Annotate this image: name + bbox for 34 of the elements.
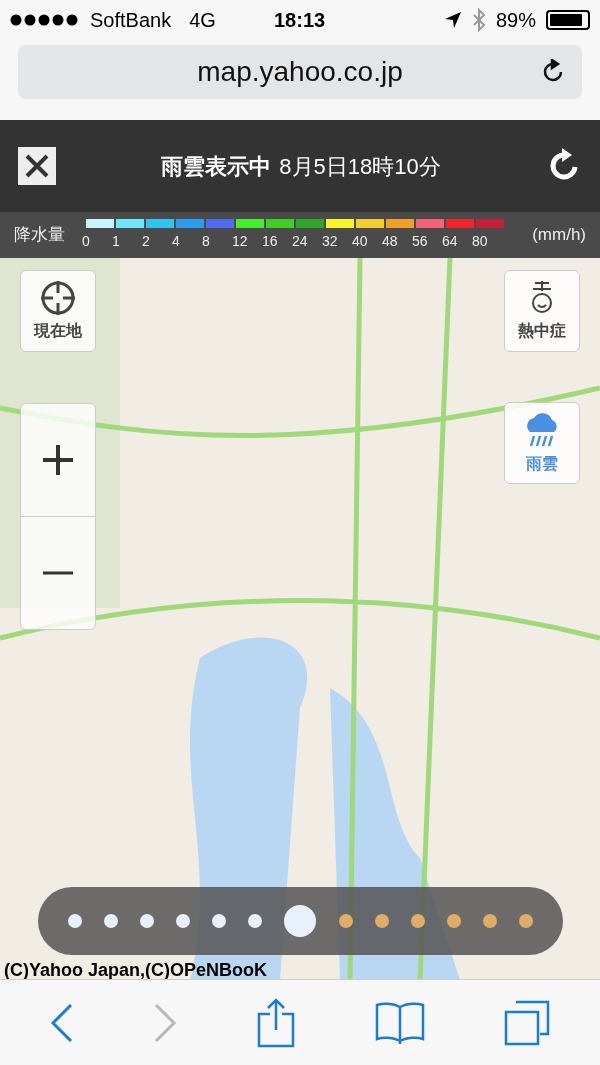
legend-value: 80 (472, 232, 488, 251)
legend-value: 1 (112, 232, 120, 251)
legend-value: 4 (172, 232, 180, 251)
legend-value: 0 (82, 232, 90, 251)
legend-value: 24 (292, 232, 308, 251)
status-time: 18:13 (274, 8, 326, 33)
open-book-icon[interactable] (374, 1000, 425, 1045)
legend-unit: (mm/h) (532, 224, 586, 247)
legend-value: 8 (202, 232, 210, 251)
legend-value: 40 (352, 232, 368, 251)
crosshair-icon (39, 279, 77, 317)
address-field[interactable]: map.yahoo.co.jp (18, 45, 582, 99)
battery-icon (546, 10, 590, 30)
heat-button[interactable]: 熱中症 (504, 270, 580, 352)
bluetooth-icon (471, 8, 486, 32)
copyright-text: (C)Yahoo Japan,(C)OPeNBooK (4, 959, 267, 979)
share-icon[interactable] (257, 997, 295, 1048)
legend-value: 64 (442, 232, 458, 251)
locate-button[interactable]: 現在地 (20, 270, 96, 352)
tabs-icon[interactable] (504, 999, 551, 1046)
close-icon[interactable] (18, 147, 56, 185)
legend-value: 48 (382, 232, 398, 251)
header-datetime: 8月5日18時10分 (279, 152, 441, 181)
header-title: 雨雲表示中 (161, 152, 272, 181)
carrier-name: SoftBank (90, 8, 172, 33)
legend-value: 2 (142, 232, 150, 251)
network-type: 4G (189, 8, 216, 33)
back-icon[interactable] (49, 1002, 74, 1043)
legend-value: 12 (232, 232, 248, 251)
battery-percentage: 89% (495, 8, 536, 33)
location-arrow-icon (443, 11, 462, 29)
legend-value: 16 (262, 232, 278, 251)
legend-value: 56 (412, 232, 428, 251)
legend-value: 32 (322, 232, 338, 251)
